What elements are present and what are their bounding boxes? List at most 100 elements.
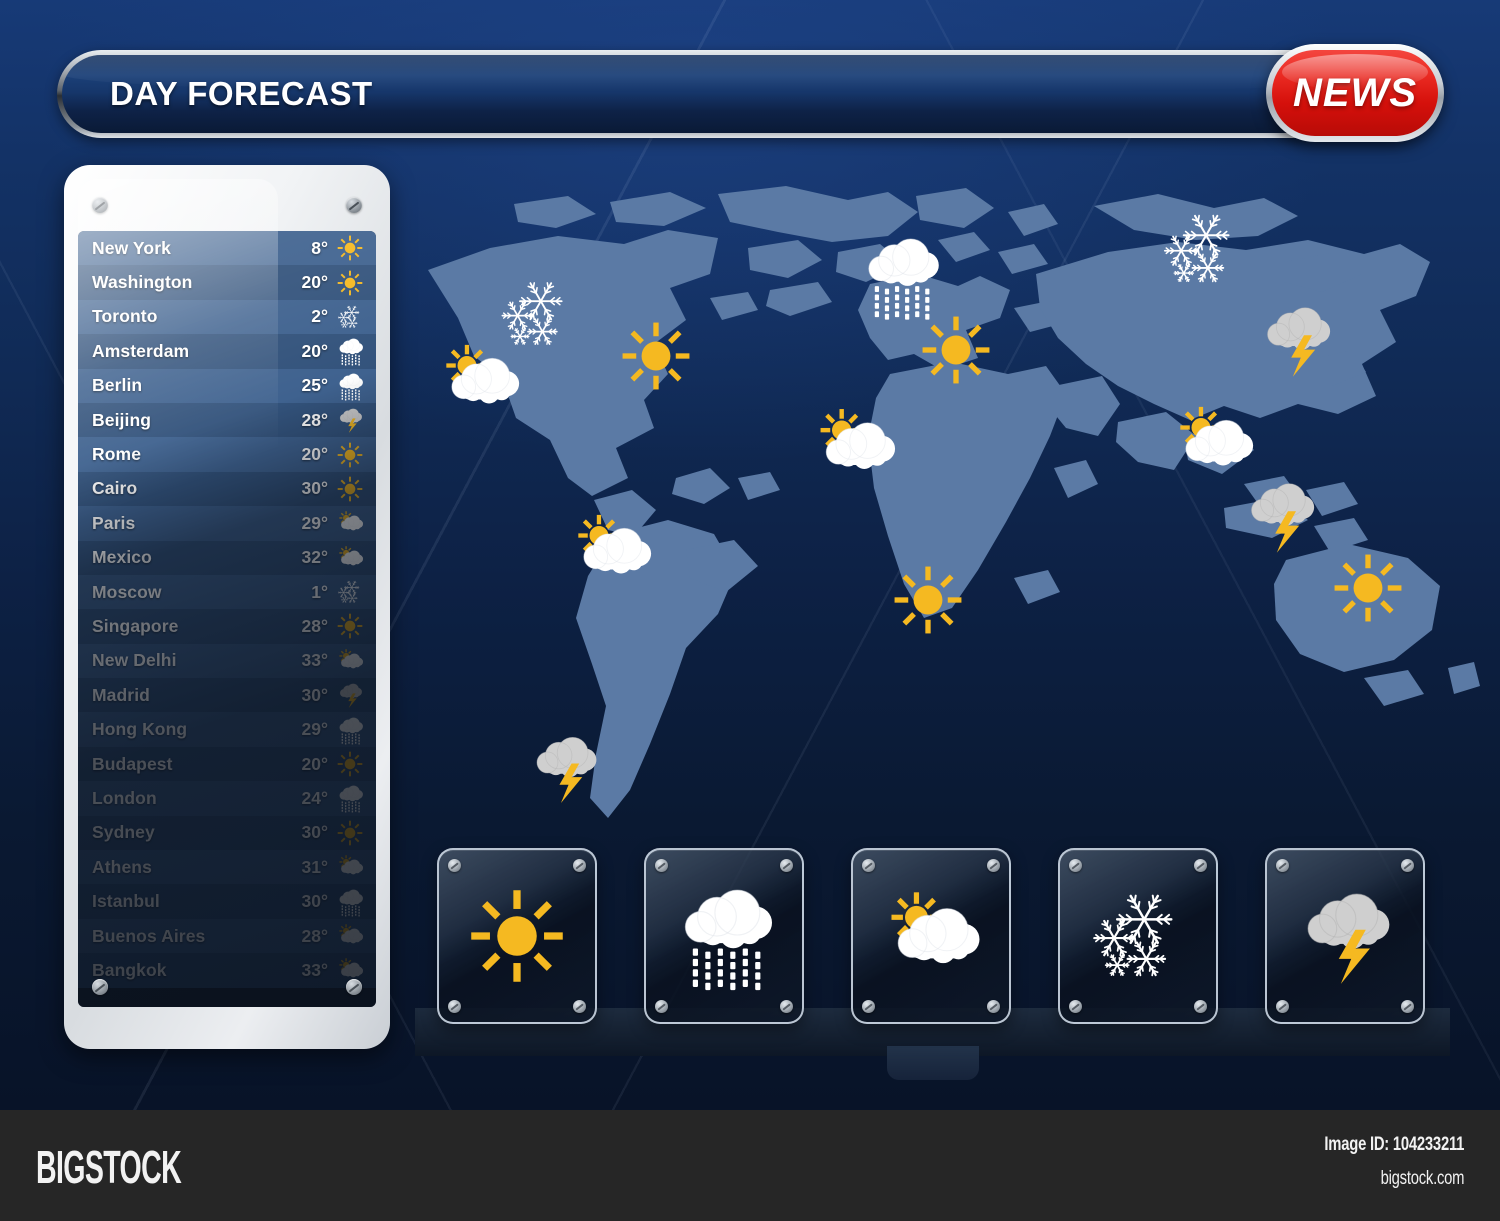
city-row[interactable]: Hong Kong 29° (78, 712, 376, 747)
legend-tile-partly[interactable] (851, 848, 1011, 1024)
footer-bar: BIGSTOCK Image ID: 104233211 bigstock.co… (0, 1110, 1500, 1221)
news-badge-pill: NEWS (1272, 50, 1438, 136)
forecast-stage: DAY FORECAST NEWS New York 8° Washington 20… (0, 0, 1500, 1110)
weather-snow-icon (334, 303, 368, 331)
city-row[interactable]: Athens 31° (78, 850, 376, 885)
city-row[interactable]: Toronto 2° (78, 299, 376, 335)
screw-icon (1401, 1000, 1414, 1013)
city-temperature: 1° (311, 581, 328, 602)
weather-partly-icon (334, 853, 368, 881)
city-row[interactable]: Buenos Aires 28° (78, 918, 376, 954)
news-badge[interactable]: NEWS (1266, 44, 1444, 142)
city-row[interactable]: Budapest 20° (78, 746, 376, 782)
footer-site-url: bigstock.com (1380, 1168, 1464, 1189)
city-temperature: 32° (301, 547, 328, 568)
weather-partly-icon (879, 884, 983, 988)
city-row[interactable]: Istanbul 30° (78, 884, 376, 919)
city-temperature: 29° (301, 512, 328, 533)
map-icon-snow-canada (496, 274, 576, 354)
city-row[interactable]: New Delhi 33° (78, 643, 376, 679)
city-name: Cairo (92, 478, 138, 499)
footer-image-id: Image ID: 104233211 (1324, 1134, 1464, 1155)
legend-tile-rain[interactable] (644, 848, 804, 1024)
city-row[interactable]: Madrid 30° (78, 678, 376, 713)
city-row[interactable]: Amsterdam 20° (78, 334, 376, 369)
city-name: Bangkok (92, 959, 167, 980)
city-name: New Delhi (92, 650, 177, 671)
screw-icon-top-left (92, 197, 108, 213)
weather-storm-icon (334, 406, 368, 434)
screw-icon (1194, 859, 1207, 872)
map-icon-partly-africa-west (810, 402, 898, 490)
screw-icon-bottom-left (92, 979, 108, 995)
weather-snow-icon (334, 578, 368, 606)
city-name: Hong Kong (92, 719, 188, 740)
map-icon-sun-north-america (618, 318, 694, 394)
city-row[interactable]: London 24° (78, 781, 376, 816)
weather-sun-icon (334, 750, 368, 778)
weather-storm-icon (334, 681, 368, 709)
screw-icon (1401, 859, 1414, 872)
screw-icon-top-right (346, 197, 362, 213)
city-temperature: 33° (301, 650, 328, 671)
city-row[interactable]: New York 8° (78, 231, 376, 266)
city-row[interactable]: Beijing 28° (78, 402, 376, 438)
screw-icon (1276, 1000, 1289, 1013)
city-name: Budapest (92, 753, 173, 774)
screw-icon (448, 1000, 461, 1013)
city-temperature: 25° (301, 375, 328, 396)
weather-sun-icon (465, 884, 569, 988)
screw-icon (1276, 859, 1289, 872)
continents (428, 186, 1480, 818)
city-row[interactable]: Berlin 25° (78, 368, 376, 403)
world-map (418, 178, 1480, 858)
city-temperature: 30° (301, 822, 328, 843)
city-temperature: 20° (301, 444, 328, 465)
bigstock-logo: BIGSTOCK (36, 1141, 182, 1193)
screw-icon (862, 859, 875, 872)
city-row[interactable]: Paris 29° (78, 506, 376, 541)
city-temperature: 30° (301, 478, 328, 499)
city-temperature: 31° (301, 856, 328, 877)
city-name: Rome (92, 444, 142, 465)
city-row[interactable]: Singapore 28° (78, 609, 376, 644)
city-list[interactable]: New York 8° Washington 20° Toronto 2° Amsterda… (78, 231, 376, 1007)
screw-icon (780, 1000, 793, 1013)
weather-partly-icon (334, 509, 368, 537)
screw-icon (1069, 859, 1082, 872)
header-bar: DAY FORECAST (57, 50, 1430, 138)
screw-icon (862, 1000, 875, 1013)
header-bar-inner: DAY FORECAST (62, 55, 1425, 133)
city-temperature: 30° (301, 891, 328, 912)
city-row[interactable]: Rome 20° (78, 437, 376, 472)
screw-icon (655, 1000, 668, 1013)
weather-rain-icon (334, 784, 368, 813)
legend-tile-storm[interactable] (1265, 848, 1425, 1024)
legend-tile-snow[interactable] (1058, 848, 1218, 1024)
city-name: Sydney (92, 822, 155, 843)
city-row[interactable]: Mexico 32° (78, 540, 376, 575)
city-temperature: 8° (311, 237, 328, 258)
weather-partly-icon (334, 922, 368, 950)
city-row[interactable]: Moscow 1° (78, 574, 376, 610)
weather-rain-icon (334, 372, 368, 401)
city-temperature: 2° (311, 306, 328, 327)
city-row[interactable]: Sydney 30° (78, 815, 376, 851)
city-temperature: 20° (301, 753, 328, 774)
map-icon-partly-south-asia (1170, 400, 1256, 486)
city-row[interactable]: Bangkok 33° (78, 953, 376, 988)
map-icon-sun-europe (918, 312, 994, 388)
city-name: Moscow (92, 581, 162, 602)
city-row[interactable]: Washington 20° (78, 265, 376, 300)
map-icon-storm-indonesia (1240, 476, 1320, 556)
city-forecast-panel: New York 8° Washington 20° Toronto 2° Amsterda… (64, 165, 390, 1049)
city-temperature: 20° (301, 272, 328, 293)
weather-rain-icon (334, 888, 368, 917)
city-temperature: 29° (301, 719, 328, 740)
map-icon-partly-south-america (568, 508, 654, 594)
city-name: Mexico (92, 547, 152, 568)
legend-tile-sunny[interactable] (437, 848, 597, 1024)
weather-sun-icon (334, 269, 368, 297)
city-temperature: 28° (301, 409, 328, 430)
city-row[interactable]: Cairo 30° (78, 471, 376, 507)
